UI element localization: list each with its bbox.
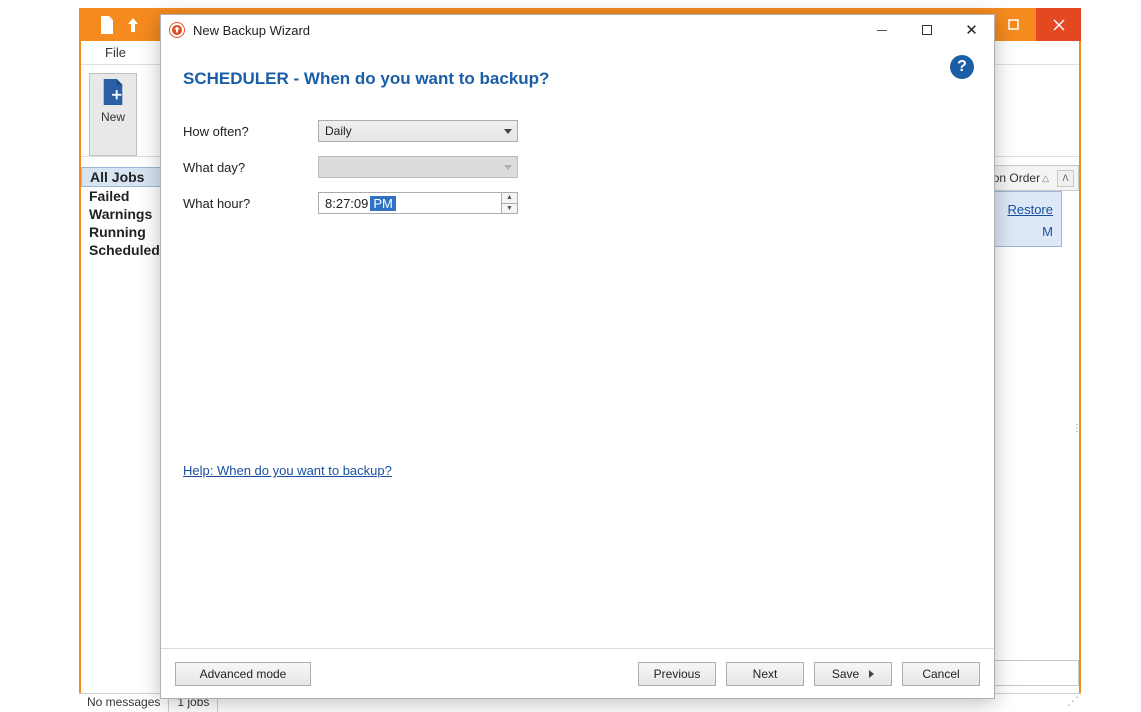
ribbon-new-button[interactable]: New bbox=[89, 73, 137, 156]
help-button[interactable]: ? bbox=[950, 55, 974, 79]
dialog-footer: Advanced mode Previous Next Save Cancel bbox=[161, 648, 994, 698]
job-line2: M bbox=[1042, 224, 1053, 239]
new-file-icon[interactable] bbox=[99, 16, 115, 34]
what-day-dropdown bbox=[318, 156, 518, 178]
dialog-maximize-button[interactable] bbox=[904, 15, 949, 45]
app-logo-icon bbox=[169, 22, 185, 38]
how-often-dropdown[interactable]: Daily bbox=[318, 120, 518, 142]
dialog-heading: SCHEDULER - When do you want to backup? bbox=[183, 69, 972, 89]
chevron-down-icon bbox=[499, 157, 517, 177]
how-often-value: Daily bbox=[325, 124, 352, 138]
mid-gripper-icon[interactable]: ⋮ bbox=[1072, 427, 1079, 449]
upload-icon[interactable] bbox=[125, 16, 141, 34]
new-doc-icon bbox=[99, 78, 127, 106]
previous-button[interactable]: Previous bbox=[638, 662, 716, 686]
spin-up-button[interactable]: ▲ bbox=[502, 193, 517, 204]
restore-link[interactable]: Restore bbox=[1007, 202, 1053, 217]
dialog-title: New Backup Wizard bbox=[193, 23, 310, 38]
what-hour-label: What hour? bbox=[183, 196, 318, 211]
what-hour-spinner[interactable]: 8:27:09 PM ▲ ▼ bbox=[318, 192, 518, 214]
advanced-mode-button[interactable]: Advanced mode bbox=[175, 662, 311, 686]
dialog-minimize-button[interactable] bbox=[859, 15, 904, 45]
dropdown-arrow-icon bbox=[869, 670, 874, 678]
cancel-button[interactable]: Cancel bbox=[902, 662, 980, 686]
help-icon: ? bbox=[957, 58, 967, 76]
scroll-up-button[interactable]: ᐱ bbox=[1057, 170, 1074, 187]
main-maximize-button[interactable] bbox=[991, 8, 1036, 41]
save-button[interactable]: Save bbox=[814, 662, 892, 686]
dialog-close-button[interactable]: ✕ bbox=[949, 15, 994, 45]
chevron-down-icon bbox=[499, 121, 517, 141]
file-menu[interactable]: File bbox=[105, 45, 126, 60]
status-messages: No messages bbox=[79, 694, 169, 712]
dialog-titlebar[interactable]: New Backup Wizard ✕ bbox=[161, 15, 994, 45]
save-button-label: Save bbox=[832, 667, 859, 681]
help-link[interactable]: Help: When do you want to backup? bbox=[183, 463, 392, 478]
next-button[interactable]: Next bbox=[726, 662, 804, 686]
main-close-button[interactable] bbox=[1036, 8, 1081, 41]
new-backup-wizard-dialog: New Backup Wizard ✕ ? SCHEDULER - When d… bbox=[160, 14, 995, 699]
what-day-label: What day? bbox=[183, 160, 318, 175]
time-ampm-selected[interactable]: PM bbox=[370, 196, 396, 211]
resize-grip-icon[interactable]: ⋰ bbox=[1065, 694, 1081, 712]
ribbon-new-label: New bbox=[101, 110, 125, 124]
time-value[interactable]: 8:27:09 bbox=[319, 196, 368, 211]
spin-down-button[interactable]: ▼ bbox=[502, 204, 517, 214]
sort-asc-icon: △ bbox=[1042, 173, 1049, 184]
how-often-label: How often? bbox=[183, 124, 318, 139]
